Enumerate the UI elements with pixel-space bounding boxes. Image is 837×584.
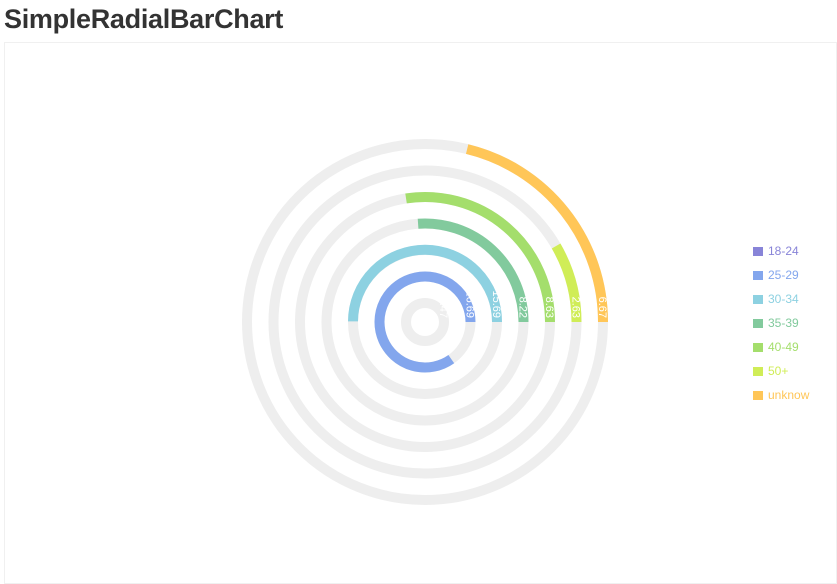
- legend-swatch-40-49: [753, 343, 763, 352]
- bar-label-18-24: 31.47: [437, 290, 449, 318]
- legend-swatch-unknow: [753, 391, 763, 400]
- legend-label-35-39[interactable]: 35-39: [768, 316, 799, 330]
- bar-label-unknow: 6.67: [596, 297, 608, 318]
- legend-label-50-[interactable]: 50+: [768, 364, 788, 378]
- bar-label-35-39: 8.22: [517, 297, 529, 318]
- legend-label-18-24[interactable]: 18-24: [768, 244, 799, 258]
- bar-label-30-34: 15.69: [490, 290, 502, 318]
- bar-label-40-49: 8.63: [543, 297, 555, 318]
- legend-swatch-50-: [753, 367, 763, 376]
- legend-label-40-49[interactable]: 40-49: [768, 340, 799, 354]
- radial-bar-chart: 31.47 26.69 15.69 8.22 8.63 2.63 6.67 18-24 25-…: [242, 139, 810, 505]
- legend-label-30-34[interactable]: 30-34: [768, 292, 799, 306]
- bar-label-50-: 2.63: [570, 297, 582, 318]
- bar-label-25-29: 26.69: [464, 290, 476, 318]
- legend-swatch-25-29: [753, 271, 763, 280]
- legend-label-unknow[interactable]: unknow: [768, 388, 810, 402]
- legend-swatch-30-34: [753, 295, 763, 304]
- legend-swatch-18-24: [753, 247, 763, 256]
- legend: 18-24 25-29 30-34 35-39 40-49 50+ unknow: [753, 244, 810, 402]
- track-50-: [268, 165, 582, 479]
- legend-swatch-35-39: [753, 319, 763, 328]
- legend-label-25-29[interactable]: 25-29: [768, 268, 799, 282]
